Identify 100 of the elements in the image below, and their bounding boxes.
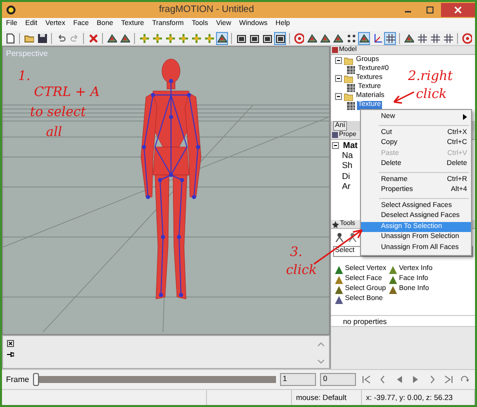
- slider-track[interactable]: [39, 376, 276, 383]
- grid-icon: [385, 32, 395, 44]
- loop-icon: [460, 375, 470, 384]
- property-group-heading: Mat: [343, 140, 358, 150]
- property-name: Ar: [341, 180, 350, 191]
- shape-icon: [359, 32, 369, 44]
- shape-icon: [307, 32, 317, 44]
- toolbar-button[interactable]: [87, 32, 99, 44]
- toolbar-button[interactable]: [216, 32, 228, 44]
- last-frame-icon: [444, 375, 453, 384]
- grid-icon: [443, 32, 453, 44]
- toolbar-button[interactable]: [358, 32, 370, 44]
- expand-toggle-icon[interactable]: [335, 57, 342, 64]
- step-forward-icon: [428, 375, 437, 384]
- arrows-icon: [204, 32, 214, 44]
- toolbar-button[interactable]: [119, 32, 131, 44]
- expand-toggle-icon[interactable]: [335, 75, 342, 82]
- toolbar-button[interactable]: [36, 32, 48, 44]
- first-frame-icon: [362, 375, 372, 384]
- undo-icon: [56, 32, 66, 44]
- collapse-icon[interactable]: [332, 142, 339, 149]
- grid-icon: [417, 32, 427, 44]
- axes-icon: [372, 32, 382, 44]
- arrow: [313, 229, 363, 265]
- shape-icon: [320, 32, 330, 44]
- expand-toggle-icon[interactable]: [335, 93, 342, 100]
- toolbar-button[interactable]: [4, 32, 16, 44]
- arrows-icon: [139, 32, 149, 44]
- arrows-icon: [165, 32, 175, 44]
- viewport-label: Perspective: [6, 49, 48, 59]
- close-icon: [454, 6, 462, 14]
- texture-icon: [347, 66, 355, 74]
- handwritten-note: click: [416, 88, 447, 101]
- toolbar-button[interactable]: [293, 32, 305, 44]
- window-icon: [236, 32, 246, 44]
- shape-icon: [107, 32, 117, 44]
- handwritten-note: 2.right: [408, 70, 453, 83]
- arrow: [393, 91, 415, 104]
- figure-icon[interactable]: [335, 233, 344, 242]
- redo-icon: [69, 32, 79, 44]
- play-icon: [411, 375, 420, 384]
- toolbar-button[interactable]: [345, 32, 357, 44]
- shape-icon: [404, 32, 414, 44]
- shape-icon: [120, 32, 130, 44]
- last-frame-button[interactable]: [442, 373, 455, 386]
- arrows-icon: [178, 32, 188, 44]
- arrows-icon: [191, 32, 201, 44]
- frame-label: Frame: [6, 374, 30, 384]
- window-icon: [262, 32, 272, 44]
- dots-icon: [346, 32, 356, 44]
- pin-icon[interactable]: [7, 351, 14, 358]
- grid-icon: [430, 32, 440, 44]
- shape-icon: [217, 32, 227, 44]
- toolbar-button[interactable]: [306, 32, 318, 44]
- close-icon[interactable]: [7, 340, 14, 347]
- handwritten-note: 3.: [290, 246, 302, 259]
- page-icon: [332, 132, 338, 138]
- handwritten-note: to select: [30, 106, 86, 119]
- toolbar-button[interactable]: [403, 32, 415, 44]
- play-backward-icon: [394, 375, 404, 384]
- toolbar-button[interactable]: [416, 32, 428, 44]
- handwritten-note: CTRL + A: [34, 86, 100, 99]
- toolbar-button[interactable]: [332, 32, 344, 44]
- toolbar-button[interactable]: [461, 32, 473, 44]
- figure-drawing[interactable]: [140, 58, 202, 300]
- target-icon: [462, 32, 472, 44]
- page-icon: [5, 32, 15, 44]
- toolbar-button[interactable]: [442, 32, 454, 44]
- window-title: fragMOTION - Untitled: [158, 4, 254, 16]
- step-back-icon: [378, 375, 388, 384]
- cube-icon: [332, 47, 338, 53]
- texture-icon: [347, 102, 355, 110]
- toolbar-button[interactable]: [274, 32, 286, 44]
- handwritten-note: click: [286, 264, 317, 277]
- first-frame-button[interactable]: [360, 373, 373, 386]
- shape-icon: [333, 32, 343, 44]
- property-name: Di: [341, 170, 350, 181]
- slider-thumb[interactable]: [33, 373, 40, 386]
- app-icon: [6, 5, 16, 15]
- handwritten-note: 1.: [18, 70, 30, 83]
- folder-icon: [24, 32, 34, 44]
- window-icon: [275, 32, 285, 44]
- property-name: Sh: [341, 160, 352, 171]
- target-icon: [294, 32, 304, 44]
- cross-icon: [88, 32, 98, 44]
- close-button[interactable]: [441, 3, 475, 17]
- toolbar-button[interactable]: [106, 32, 118, 44]
- figure-icon[interactable]: [348, 233, 357, 242]
- folder-icon: [344, 74, 353, 82]
- arrows-icon: [152, 32, 162, 44]
- toolbar-button[interactable]: [384, 32, 396, 44]
- handwritten-note: all: [46, 126, 62, 139]
- property-name: Na: [341, 150, 353, 160]
- toolbar-button[interactable]: [429, 32, 441, 44]
- folder-icon: [344, 92, 353, 100]
- window-icon: [249, 32, 259, 44]
- star-icon: [332, 220, 339, 228]
- maximize-icon: [426, 6, 434, 14]
- toolbar-button[interactable]: [319, 32, 331, 44]
- texture-icon: [347, 84, 355, 92]
